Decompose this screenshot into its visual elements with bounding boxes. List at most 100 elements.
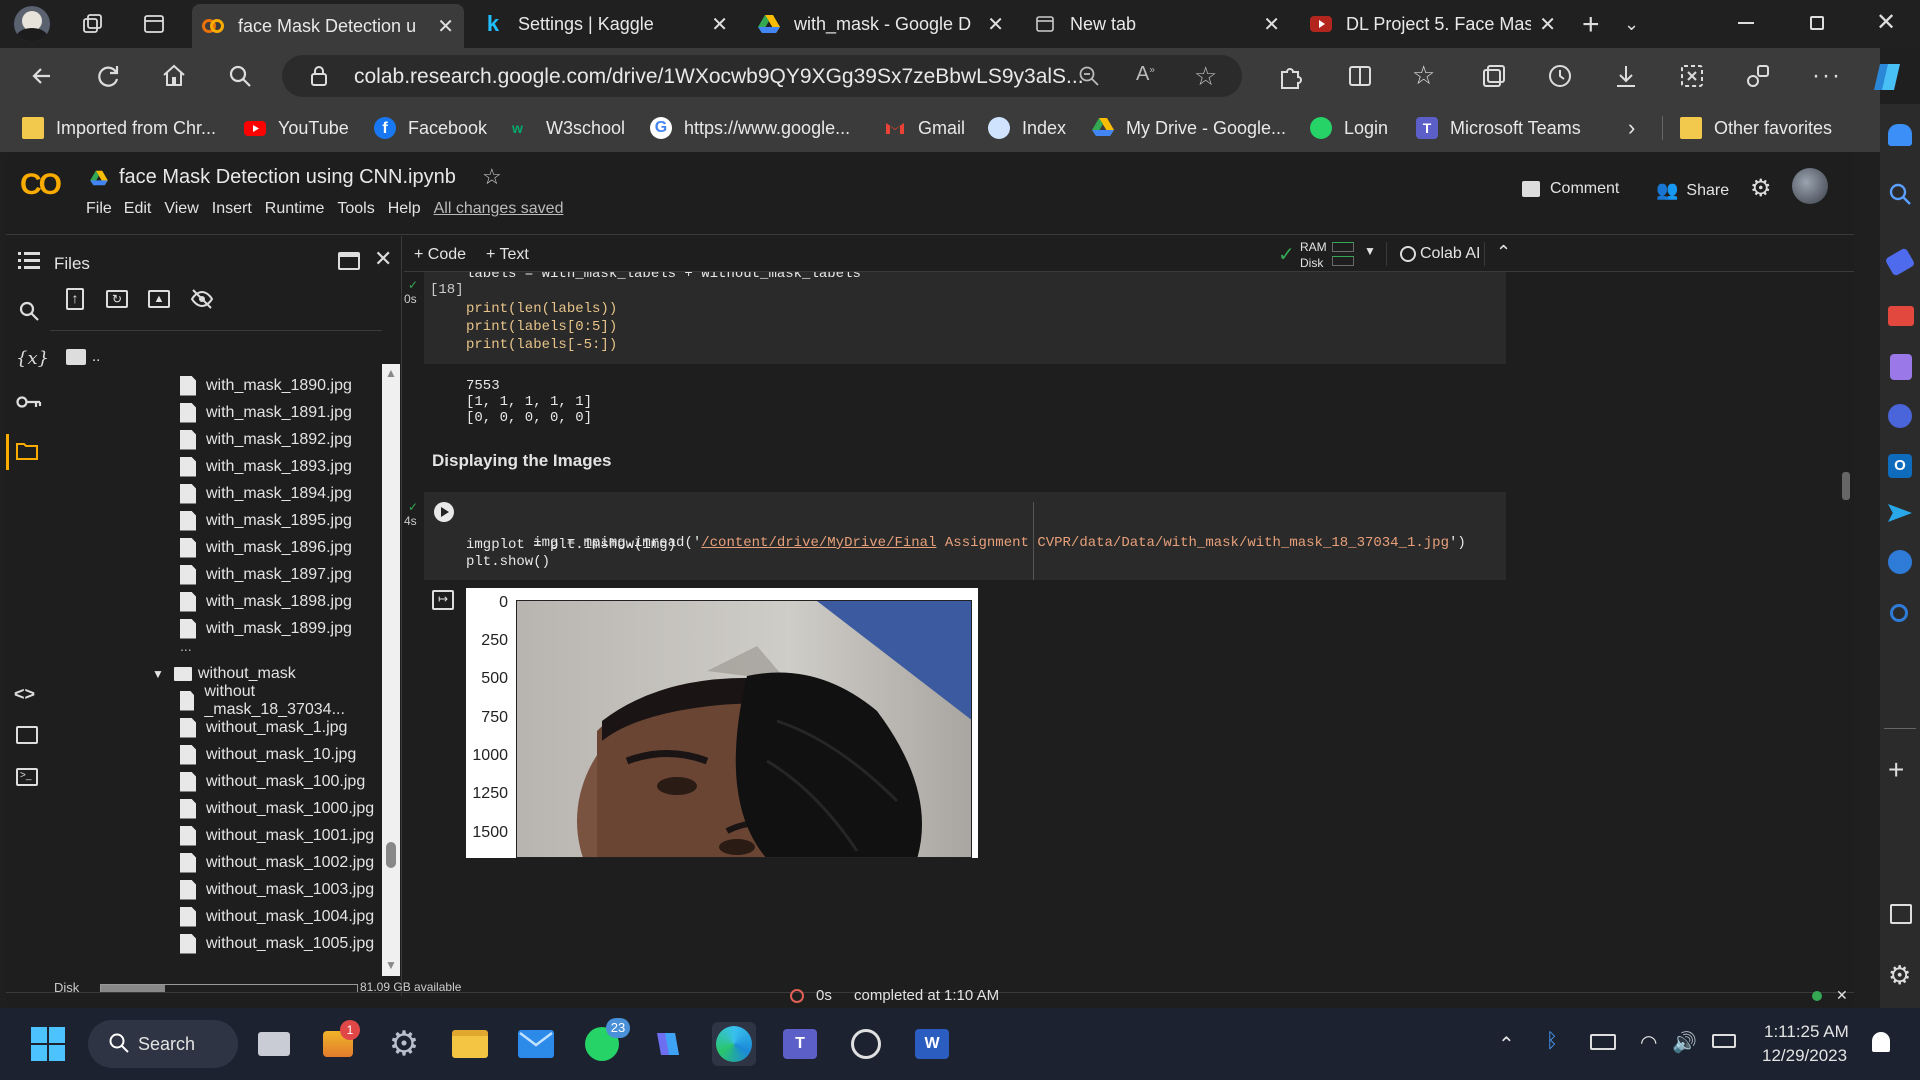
more-menu-icon[interactable]: ··· xyxy=(1812,62,1842,90)
file-item[interactable]: without_mask_1004.jpg xyxy=(180,903,374,930)
upload-file-icon[interactable]: ↑ xyxy=(66,288,84,310)
add-text-button[interactable]: + Text xyxy=(486,246,529,264)
file-item[interactable]: without_mask_1005.jpg xyxy=(180,930,374,957)
file-tree-scrollbar[interactable]: ▲ ▼ xyxy=(382,364,400,976)
saved-status[interactable]: All changes saved xyxy=(434,200,564,218)
new-tab-button[interactable]: + xyxy=(1582,8,1600,42)
code-cell-2[interactable]: img = mpimg.imread('/content/drive/MyDri… xyxy=(424,492,1506,580)
bookmark-imported[interactable]: Imported from Chr... xyxy=(22,104,216,152)
file-item[interactable]: without _mask_18_37034... xyxy=(180,683,380,718)
menu-help[interactable]: Help xyxy=(388,200,421,218)
comment-button[interactable]: Comment xyxy=(1522,180,1619,198)
bookmark-youtube[interactable]: YouTube xyxy=(244,104,349,152)
games-icon[interactable] xyxy=(1890,354,1912,380)
chatgpt-icon[interactable] xyxy=(844,1022,888,1066)
favorites-icon[interactable]: ☆ xyxy=(1412,60,1435,91)
bell-icon[interactable] xyxy=(1888,124,1912,146)
tab-youtube[interactable]: DL Project 5. Face Mas ✕ xyxy=(1300,6,1566,42)
close-tab-icon[interactable]: ✕ xyxy=(437,14,454,39)
collections-icon[interactable] xyxy=(1480,62,1508,90)
outlook-icon[interactable]: O xyxy=(1888,454,1912,478)
chevron-down-icon[interactable]: ▼ xyxy=(152,667,164,681)
volume-icon[interactable]: 🔊 xyxy=(1672,1030,1697,1055)
taskbar-search[interactable]: Search xyxy=(88,1020,238,1068)
search-icon[interactable] xyxy=(226,62,254,90)
close-window-icon[interactable]: ✕ xyxy=(1876,8,1896,37)
runtime-dropdown-icon[interactable]: ▼ xyxy=(1364,244,1376,258)
file-item[interactable]: with_mask_1899.jpg xyxy=(180,615,352,642)
scroll-down-icon[interactable]: ▼ xyxy=(385,958,397,972)
refresh-icon[interactable] xyxy=(94,62,122,90)
clock-date[interactable]: 12/29/2023 xyxy=(1762,1046,1847,1066)
close-tab-icon[interactable]: ✕ xyxy=(1539,12,1556,37)
downloads-icon[interactable] xyxy=(1612,62,1640,90)
bookmark-other-favorites[interactable]: Other favorites xyxy=(1680,104,1832,152)
back-icon[interactable] xyxy=(28,62,56,90)
close-status-icon[interactable]: ✕ xyxy=(1836,987,1848,1004)
add-icon[interactable]: + xyxy=(1888,754,1904,786)
profile-avatar[interactable] xyxy=(14,6,50,42)
secrets-key-icon[interactable] xyxy=(16,394,42,410)
favorite-star-icon[interactable]: ☆ xyxy=(1194,61,1217,92)
file-item[interactable]: with_mask_1893.jpg xyxy=(180,453,352,480)
code-snippets-icon[interactable]: <> xyxy=(14,684,35,705)
file-item[interactable]: with_mask_1895.jpg xyxy=(180,507,352,534)
edge-icon[interactable] xyxy=(712,1022,756,1066)
bookmark-facebook[interactable]: f Facebook xyxy=(374,104,487,152)
menu-file[interactable]: File xyxy=(86,200,112,218)
zoom-icon[interactable] xyxy=(1078,65,1100,87)
bookmark-w3school[interactable]: w W3school xyxy=(512,104,625,152)
add-code-button[interactable]: + Code xyxy=(414,246,466,264)
bookmark-google[interactable]: Ghttps://www.google... xyxy=(650,104,850,152)
toc-icon[interactable] xyxy=(18,252,40,270)
copilot-icon[interactable] xyxy=(1870,60,1904,94)
close-tab-icon[interactable]: ✕ xyxy=(987,12,1004,37)
show-hidden-icons[interactable]: ⌃ xyxy=(1498,1032,1515,1057)
colab-logo[interactable]: CO xyxy=(20,168,62,202)
star-icon[interactable]: ☆ xyxy=(482,164,502,190)
tab-drive[interactable]: with_mask - Google D ✕ xyxy=(748,6,1014,42)
extensions-icon[interactable] xyxy=(1276,62,1304,90)
file-item[interactable]: without_mask_100.jpg xyxy=(180,768,365,795)
whatsapp-icon[interactable]: 23 xyxy=(580,1018,630,1066)
file-item[interactable]: with_mask_1894.jpg xyxy=(180,480,352,507)
bluetooth-icon[interactable]: ᛒ xyxy=(1546,1030,1558,1053)
files-folder-icon[interactable] xyxy=(6,434,50,470)
parent-folder-item[interactable]: .. xyxy=(66,348,100,365)
share-button[interactable]: 👥 Share xyxy=(1656,180,1729,201)
url-text[interactable]: colab.research.google.com/drive/1WXocwb9… xyxy=(354,65,1084,89)
tab-list-icon[interactable]: ⌄ xyxy=(1624,14,1639,35)
notebook-scroll-thumb[interactable] xyxy=(1842,472,1850,500)
disk-meter[interactable] xyxy=(1332,256,1354,266)
shopping-icon[interactable] xyxy=(1884,247,1916,277)
settings-icon[interactable]: ⚙ xyxy=(1750,174,1772,203)
copilot-app-icon[interactable] xyxy=(646,1022,690,1066)
menu-insert[interactable]: Insert xyxy=(212,200,252,218)
file-item[interactable]: without_mask_10.jpg xyxy=(180,741,356,768)
account-avatar[interactable] xyxy=(1792,168,1828,204)
menu-edit[interactable]: Edit xyxy=(124,200,152,218)
code-cell-1[interactable]: [18] labels = with_mask_labels + without… xyxy=(424,272,1506,364)
terminal-icon[interactable]: >_ xyxy=(16,768,38,786)
open-in-tab-icon[interactable] xyxy=(338,252,360,270)
send-icon[interactable] xyxy=(1888,504,1912,522)
file-item[interactable]: without_mask_1002.jpg xyxy=(180,849,374,876)
wifi-icon[interactable]: ◠ xyxy=(1640,1030,1657,1055)
file-item[interactable]: with_mask_1897.jpg xyxy=(180,561,352,588)
mount-drive-icon[interactable]: ▲ xyxy=(148,290,170,308)
file-item[interactable]: with_mask_1890.jpg xyxy=(180,372,352,399)
split-screen-icon[interactable] xyxy=(1346,62,1374,90)
read-aloud-icon[interactable]: A» xyxy=(1136,63,1155,86)
scroll-thumb[interactable] xyxy=(386,842,396,868)
menu-runtime[interactable]: Runtime xyxy=(265,200,325,218)
history-icon[interactable] xyxy=(1546,62,1574,90)
file-item[interactable]: without_mask_1001.jpg xyxy=(180,822,374,849)
keyboard-icon[interactable] xyxy=(1590,1034,1616,1050)
ram-meter[interactable] xyxy=(1332,242,1354,252)
workspaces-icon[interactable] xyxy=(80,12,104,36)
mail-icon[interactable] xyxy=(514,1022,558,1066)
bookmarks-overflow-icon[interactable]: › xyxy=(1628,104,1635,152)
search-icon[interactable] xyxy=(1886,180,1914,208)
copilot-side-icon[interactable] xyxy=(1888,404,1912,428)
bookmark-login[interactable]: Login xyxy=(1310,104,1388,152)
